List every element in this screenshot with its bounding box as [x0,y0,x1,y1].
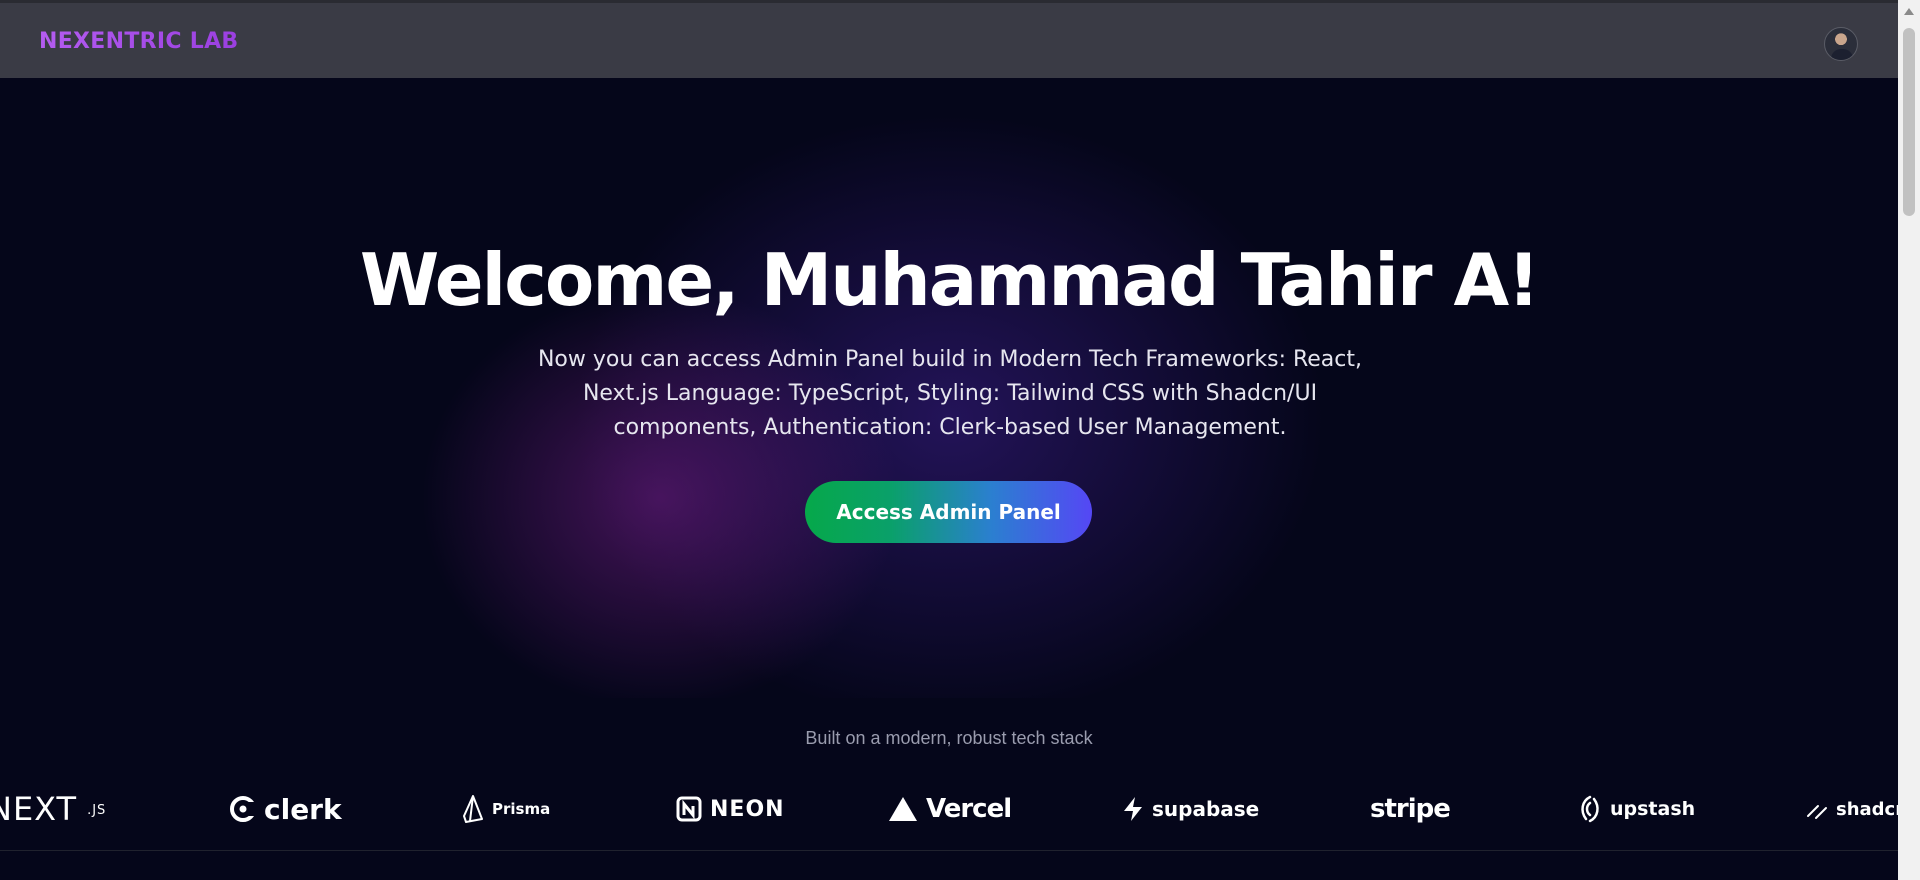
nextjs-logo: NEXT .JS [0,790,107,828]
stripe-wordmark: stripe [1370,794,1451,824]
prisma-wordmark: Prisma [492,800,551,818]
user-avatar[interactable] [1824,27,1858,61]
welcome-heading: Welcome, Muhammad Tahir A! [359,238,1540,322]
neon-wordmark: NEON [710,796,785,822]
access-admin-panel-button[interactable]: Access Admin Panel [805,481,1092,543]
hero-description: Now you can access Admin Panel build in … [537,347,1363,440]
supabase-bolt-icon [1124,797,1142,821]
vercel-logo: Vercel [888,792,1012,826]
shadcn-slash-icon [1807,805,1827,819]
neon-logo: NEON [676,792,785,826]
avatar-silhouette-icon [1831,49,1853,60]
supabase-wordmark: supabase [1152,797,1260,821]
prisma-logo: Prisma [462,792,550,826]
upstash-icon [1581,795,1599,823]
brand-logo[interactable]: NEXENTRIC LAB [39,29,239,54]
supabase-logo: supabase [1122,792,1259,826]
scrollbar-thumb[interactable] [1903,28,1915,216]
upstash-wordmark: upstash [1610,798,1696,820]
clerk-icon [230,796,256,822]
tech-stack-logo-row: NEXT .JS clerk Prisma NEON Vercel [0,780,1898,836]
shadcn-wordmark: shadcn [1836,798,1898,820]
clerk-wordmark: clerk [264,792,342,826]
top-navigation-bar: NEXENTRIC LAB [0,0,1898,78]
shadcn-logo: shadcn [1806,792,1898,826]
vercel-triangle-icon [889,797,917,821]
vercel-wordmark: Vercel [926,794,1012,824]
scroll-up-arrow-icon[interactable] [1904,8,1914,15]
clerk-logo: clerk [230,792,342,826]
neon-icon [676,796,702,822]
nextjs-suffix: .JS [87,803,107,818]
hero-section: Welcome, Muhammad Tahir A! Now you can a… [0,78,1898,698]
prisma-icon [463,795,483,823]
section-divider [0,850,1898,851]
stripe-logo: stripe [1370,792,1451,826]
tech-stack-heading: Built on a modern, robust tech stack [805,728,1093,748]
nextjs-wordmark: NEXT [0,790,78,828]
upstash-logo: upstash [1578,792,1695,826]
vertical-scrollbar[interactable] [1898,0,1920,880]
